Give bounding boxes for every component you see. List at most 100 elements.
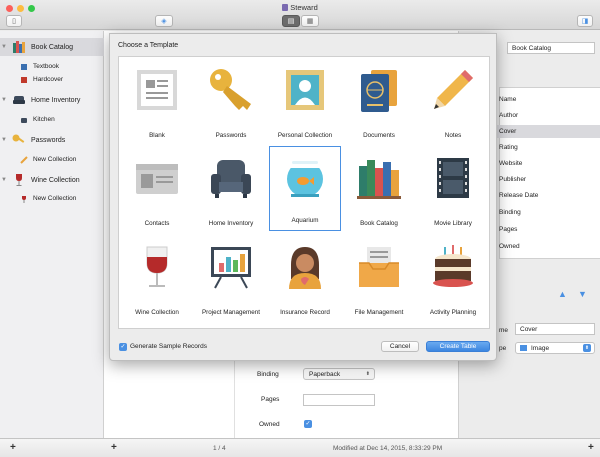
person-icon — [289, 247, 321, 289]
inspector-toggle-button[interactable]: ◨ — [577, 15, 593, 27]
inspector-icon: ◨ — [581, 18, 589, 25]
window-title-text: Steward — [290, 3, 318, 12]
armchair-icon — [211, 160, 251, 198]
create-table-button-label: Create Table — [439, 343, 477, 350]
add-table-icon[interactable]: + — [10, 442, 16, 453]
template-home-inventory[interactable]: Home Inventory — [195, 148, 267, 233]
sidebar-icon: ▯ — [12, 18, 16, 25]
blank-document-icon — [137, 70, 177, 110]
template-label: Project Management — [201, 309, 261, 316]
cancel-button[interactable]: Cancel — [381, 341, 419, 352]
template-label: Documents — [363, 132, 395, 139]
owned-checkbox[interactable]: ✓ — [304, 420, 312, 428]
armchair-icon — [12, 93, 26, 107]
template-wine-collection[interactable]: Wine Collection — [121, 237, 193, 322]
bottom-bar: + + 1 / 4 Modified at Dec 14, 2015, 8:33… — [0, 438, 600, 457]
pencil-icon — [434, 70, 473, 109]
template-file-management[interactable]: File Management — [343, 237, 415, 322]
field-name-input[interactable] — [515, 323, 595, 335]
wine-glass-icon — [20, 195, 28, 203]
field-type-select[interactable]: Image ⬍ — [515, 342, 595, 354]
birthday-cake-icon — [433, 245, 473, 287]
contact-card-icon — [136, 164, 178, 194]
template-label: Movie Library — [434, 220, 472, 227]
pages-label: Pages — [261, 396, 280, 403]
sidebar-item-book-catalog[interactable]: ▼ Book Catalog — [0, 38, 104, 56]
generate-sample-records-label: Generate Sample Records — [130, 343, 207, 350]
title-bar: Steward ▯ ◈ ▤ ▦ ◨ — [0, 0, 600, 30]
template-label: Passwords — [215, 132, 247, 139]
move-down-icon[interactable]: ▼ — [577, 289, 588, 300]
field-item-label: Pages — [499, 226, 518, 233]
books-icon — [357, 160, 401, 199]
sidebar-item-home-inventory[interactable]: ▼ Home Inventory — [0, 91, 104, 109]
cancel-button-label: Cancel — [389, 343, 411, 350]
pages-input[interactable] — [303, 394, 375, 406]
field-item-label: Cover — [499, 128, 517, 135]
template-grid: Blank Passwords Personal Collection Docu… — [118, 56, 490, 329]
sidebar-subitem-new-collection[interactable]: New Collection — [20, 153, 76, 166]
binding-select[interactable]: Paperback ⬍ — [303, 368, 375, 380]
template-activity-planning[interactable]: Activity Planning — [417, 237, 489, 322]
table-name-input[interactable] — [507, 42, 595, 54]
portrait-frame-icon — [286, 70, 324, 110]
sidebar-subitem-hardcover[interactable]: Hardcover — [20, 73, 63, 86]
template-notes[interactable]: Notes — [417, 60, 489, 145]
add-field-button[interactable]: ◈ — [155, 15, 173, 27]
generate-sample-records-checkbox[interactable]: ✓ — [119, 343, 127, 351]
form-view-icon: ▦ — [306, 18, 314, 25]
template-personal-collection[interactable]: Personal Collection — [269, 60, 341, 145]
sidebar-item-wine-collection[interactable]: ▼ Wine Collection — [0, 171, 104, 189]
book-icon — [20, 63, 28, 71]
disclosure-triangle-icon[interactable]: ▼ — [0, 177, 8, 183]
field-item-label: Author — [499, 112, 519, 119]
field-type-label: pe — [499, 345, 507, 352]
grid-view-icon: ▤ — [287, 18, 295, 25]
sidebar-subitem-label: Hardcover — [33, 76, 63, 83]
template-label: Activity Planning — [429, 309, 477, 316]
disclosure-triangle-icon[interactable]: ▼ — [0, 44, 8, 50]
sidebar-subitem-new-collection-2[interactable]: New Collection — [20, 192, 76, 205]
template-label: Blank — [149, 132, 165, 139]
move-up-icon[interactable]: ▲ — [557, 289, 568, 300]
create-table-button[interactable]: Create Table — [426, 341, 490, 352]
add-field-icon[interactable]: + — [588, 442, 594, 453]
template-documents[interactable]: Documents — [343, 60, 415, 145]
view-form-button[interactable]: ▦ — [301, 15, 319, 27]
presentation-chart-icon — [211, 247, 251, 289]
window-title: Steward — [0, 3, 600, 12]
sidebar-toggle-button[interactable]: ▯ — [6, 15, 22, 27]
wine-glass-icon — [146, 246, 168, 287]
template-insurance-record[interactable]: Insurance Record — [269, 237, 341, 322]
sheet-title: Choose a Template — [118, 42, 179, 49]
template-book-catalog[interactable]: Book Catalog — [343, 148, 415, 233]
key-icon — [210, 69, 251, 110]
template-project-management[interactable]: Project Management — [195, 237, 267, 322]
template-blank[interactable]: Blank — [121, 60, 193, 145]
sidebar-subitem-label: New Collection — [33, 156, 77, 163]
disclosure-triangle-icon[interactable]: ▼ — [0, 97, 8, 103]
sidebar-subitem-textbook[interactable]: Textbook — [20, 60, 59, 73]
view-grid-button[interactable]: ▤ — [282, 15, 300, 27]
sidebar-item-passwords[interactable]: ▼ Passwords — [0, 131, 104, 149]
add-record-icon[interactable]: + — [111, 442, 117, 453]
template-contacts[interactable]: Contacts — [121, 148, 193, 233]
disclosure-triangle-icon[interactable]: ▼ — [0, 137, 8, 143]
sidebar-item-label: Book Catalog — [31, 43, 74, 51]
field-item-label: Rating — [499, 144, 518, 151]
sidebar-item-label: Passwords — [31, 136, 66, 144]
key-icon — [12, 133, 26, 147]
field-icon: ◈ — [161, 18, 167, 25]
template-label: Aquarium — [291, 217, 319, 224]
sidebar-subitem-kitchen[interactable]: Kitchen — [20, 113, 55, 126]
binding-label: Binding — [257, 371, 279, 378]
template-passwords[interactable]: Passwords — [195, 60, 267, 145]
sidebar-item-label: Home Inventory — [31, 96, 81, 104]
sidebar-item-label: Wine Collection — [31, 176, 80, 184]
template-movie-library[interactable]: Movie Library — [417, 148, 489, 233]
page-count: 1 / 4 — [213, 445, 226, 452]
updown-chevron-icon: ⬍ — [365, 371, 370, 377]
books-icon — [12, 40, 26, 54]
template-aquarium[interactable]: Aquarium — [269, 146, 341, 231]
armchair-icon — [20, 116, 28, 124]
